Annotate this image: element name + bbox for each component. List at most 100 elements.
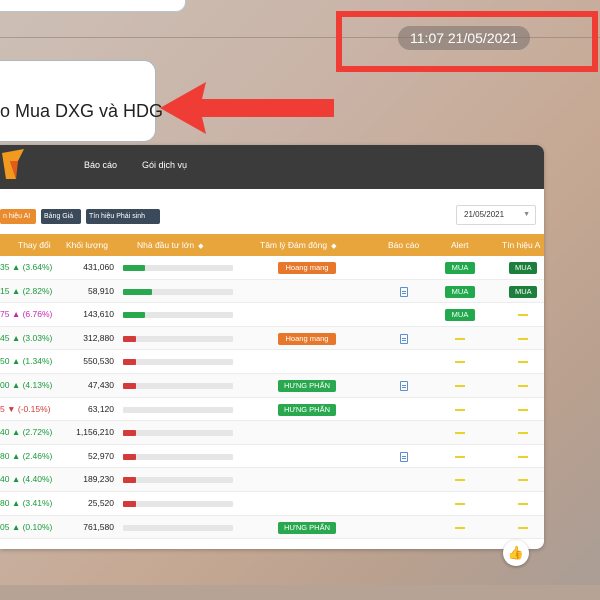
signal-dash bbox=[518, 408, 528, 411]
ai-signal-tab[interactable]: n hiệu AI bbox=[0, 209, 36, 224]
th-change: Thay đổi bbox=[18, 240, 51, 250]
price-board-tab[interactable]: Bảng Giá bbox=[41, 209, 81, 224]
alert-dash bbox=[455, 455, 465, 458]
alert-dash bbox=[455, 361, 465, 364]
signal-badge: MUA bbox=[509, 285, 537, 298]
timestamp-highlight-box bbox=[336, 11, 598, 72]
change-cell: 40 ▲ (4.40%) bbox=[0, 474, 53, 485]
table-row[interactable]: 15 ▲ (2.82%) 58,910 MUA MUA bbox=[0, 279, 544, 304]
table-row[interactable]: 05 ▲ (0.10%) 761,580 HƯNG PHẤN bbox=[0, 515, 544, 540]
investor-bar bbox=[123, 382, 233, 389]
change-cell: 05 ▲ (0.10%) bbox=[0, 521, 53, 532]
change-cell: 80 ▲ (2.46%) bbox=[0, 450, 53, 461]
th-sentiment[interactable]: Tâm lý Đám đông ◆ bbox=[260, 234, 336, 256]
volume-cell: 47,430 bbox=[88, 379, 114, 390]
investor-bar-fill bbox=[123, 288, 152, 295]
signal-dash bbox=[518, 432, 528, 435]
table-header: Thay đổi Khối lượng Nhà đầu tư lớn ◆ Tâm … bbox=[0, 234, 544, 256]
investor-bar bbox=[123, 477, 233, 484]
investor-bar bbox=[123, 312, 233, 319]
table-row[interactable]: 40 ▲ (4.40%) 189,230 bbox=[0, 468, 544, 492]
investor-bar bbox=[123, 524, 233, 531]
sentiment-badge: Hoang mang bbox=[278, 332, 336, 345]
change-cell: 35 ▲ (3.64%) bbox=[0, 262, 53, 272]
report-doc-icon[interactable] bbox=[400, 286, 408, 297]
filter-toolbar: n hiệu AI Bảng Giá Tín hiệu Phái sinh 21… bbox=[0, 189, 544, 234]
table-row[interactable]: 40 ▲ (2.72%) 1,156,210 bbox=[0, 421, 544, 445]
alert-badge: MUA bbox=[445, 262, 475, 274]
signal-dash bbox=[518, 455, 528, 458]
th-big-investors[interactable]: Nhà đầu tư lớn ◆ bbox=[137, 234, 204, 256]
alert-dash bbox=[455, 432, 465, 435]
signal-dash bbox=[518, 502, 528, 505]
report-doc-icon[interactable] bbox=[400, 380, 408, 391]
investor-bar bbox=[123, 453, 233, 460]
alert-dash bbox=[455, 526, 465, 529]
change-cell: 00 ▲ (4.13%) bbox=[0, 379, 53, 390]
volume-cell: 143,610 bbox=[83, 309, 114, 320]
th-report: Báo cáo bbox=[388, 240, 420, 250]
like-icon[interactable]: 👍 bbox=[503, 540, 529, 566]
sentiment-badge: HƯNG PHẤN bbox=[278, 403, 336, 416]
alert-dash bbox=[455, 337, 465, 340]
alert-dash bbox=[455, 479, 465, 482]
investor-bar-fill bbox=[123, 477, 137, 484]
alert-dash bbox=[455, 384, 465, 387]
signal-dash bbox=[518, 384, 528, 387]
table-row[interactable]: 50 ▲ (1.34%) 550,530 bbox=[0, 350, 544, 374]
table-row[interactable]: 00 ▲ (4.13%) 47,430 HƯNG PHẤN bbox=[0, 373, 544, 398]
investor-bar-fill bbox=[123, 382, 137, 389]
sort-icon: ◆ bbox=[198, 243, 204, 250]
th-volume: Khối lượng bbox=[66, 240, 108, 250]
investor-bar bbox=[123, 288, 233, 295]
table-row[interactable]: 35 ▲ (3.64%) 431,060 Hoang mang MUA MUA bbox=[0, 256, 544, 280]
sentiment-badge: Hoang mang bbox=[278, 262, 336, 274]
message-text: o Mua DXG và HDG bbox=[0, 101, 164, 121]
derivative-signal-tab[interactable]: Tín hiệu Phái sinh bbox=[86, 209, 160, 224]
sentiment-badge: HƯNG PHẤN bbox=[278, 379, 336, 392]
th-alert: Alert bbox=[451, 240, 469, 250]
nav-report-link[interactable]: Báo cáo bbox=[84, 160, 117, 170]
th-signal: Tín hiệu A bbox=[502, 240, 541, 250]
table-row[interactable]: 80 ▲ (2.46%) 52,970 bbox=[0, 445, 544, 469]
signal-dash bbox=[518, 337, 528, 340]
date-select-value: 21/05/2021 bbox=[464, 210, 505, 219]
alert-badge: MUA bbox=[445, 285, 475, 298]
date-select[interactable]: 21/05/2021 ▼ bbox=[456, 205, 536, 225]
bottom-strip bbox=[0, 585, 600, 600]
investor-bar bbox=[123, 335, 233, 342]
report-doc-icon[interactable] bbox=[400, 451, 408, 462]
brand-logo-icon bbox=[2, 149, 24, 179]
alert-dash bbox=[455, 502, 465, 505]
signal-dash bbox=[518, 526, 528, 529]
table-row[interactable]: 45 ▲ (3.03%) 312,880 Hoang mang bbox=[0, 326, 544, 351]
table-row[interactable]: 75 ▲ (6.76%) 143,610 MUA bbox=[0, 303, 544, 327]
chevron-down-icon: ▼ bbox=[523, 211, 530, 218]
sort-icon: ◆ bbox=[331, 243, 337, 250]
volume-cell: 761,580 bbox=[83, 521, 114, 532]
volume-cell: 312,880 bbox=[83, 332, 114, 343]
change-cell: 45 ▲ (3.03%) bbox=[0, 332, 53, 343]
table-row[interactable]: 5 ▼ (-0.15%) 63,120 HƯNG PHẤN bbox=[0, 398, 544, 422]
table-row[interactable]: 80 ▲ (3.41%) 25,520 bbox=[0, 492, 544, 516]
report-doc-icon[interactable] bbox=[400, 333, 408, 344]
investor-bar-fill bbox=[123, 359, 137, 366]
volume-cell: 58,910 bbox=[88, 285, 114, 296]
change-cell: 15 ▲ (2.82%) bbox=[0, 285, 53, 296]
alert-dash bbox=[455, 408, 465, 411]
alert-badge: MUA bbox=[445, 309, 475, 322]
investor-bar bbox=[123, 430, 233, 437]
investor-bar-fill bbox=[123, 312, 145, 319]
investor-bar-fill bbox=[123, 430, 137, 437]
investor-bar bbox=[123, 500, 233, 507]
red-arrow-annotation bbox=[160, 82, 334, 134]
table-body: 35 ▲ (3.64%) 431,060 Hoang mang MUA MUA 15 ▲ … bbox=[0, 256, 544, 540]
investor-bar-fill bbox=[123, 453, 137, 460]
change-cell: 80 ▲ (3.41%) bbox=[0, 497, 53, 508]
nav-service-link[interactable]: Gói dịch vụ bbox=[142, 160, 187, 170]
investor-bar bbox=[123, 359, 233, 366]
investor-bar-fill bbox=[123, 335, 137, 342]
investor-bar-fill bbox=[123, 500, 137, 507]
change-cell: 5 ▼ (-0.15%) bbox=[0, 403, 51, 414]
change-cell: 75 ▲ (6.76%) bbox=[0, 309, 53, 320]
